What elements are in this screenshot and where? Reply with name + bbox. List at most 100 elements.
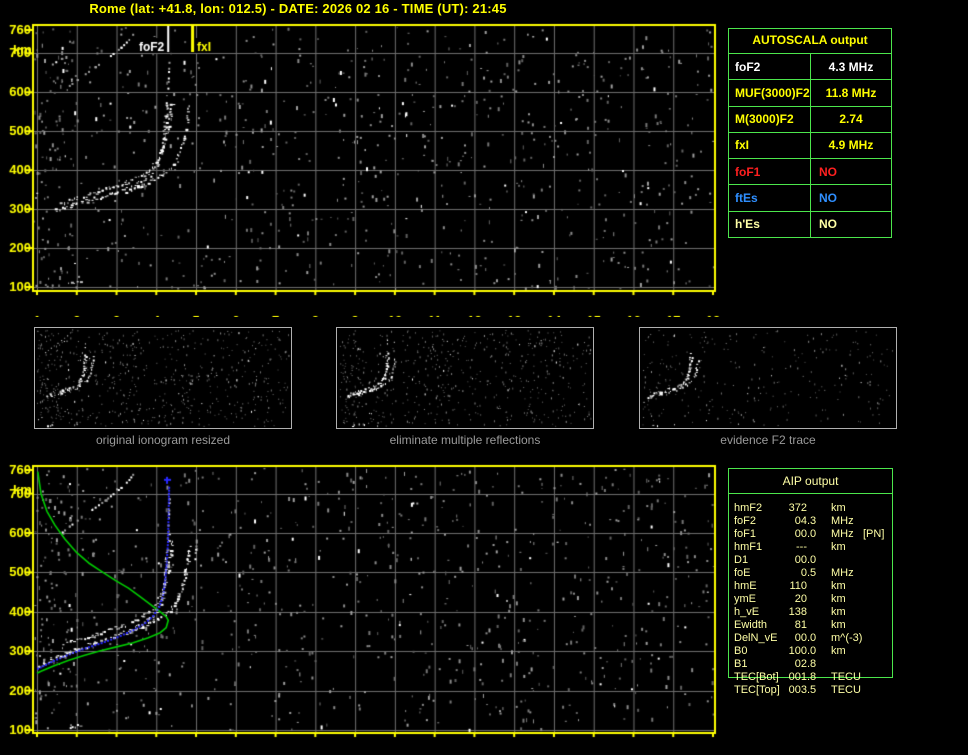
autoscala-row-value: NO	[819, 191, 837, 206]
aip-row: ymE 20 km	[729, 593, 892, 606]
aip-row: hmF1 --- km	[729, 541, 892, 554]
aip-row-value-fraction: .8	[807, 658, 817, 670]
aip-row-label: hmE	[734, 580, 757, 592]
thumbnail-eliminate-reflections	[336, 327, 594, 429]
aip-row-value: 20	[794, 593, 807, 605]
aip-row-value-fraction: .5	[807, 684, 817, 696]
aip-row-value: 81	[794, 619, 807, 631]
aip-row-label: foE	[734, 567, 751, 579]
aip-row-label: ymE	[734, 593, 756, 605]
aip-row-value: 00	[794, 528, 807, 540]
aip-row: D1 00.0	[729, 554, 892, 567]
aip-row-value: 0	[800, 567, 807, 579]
aip-row: foE 0.5 MHz	[729, 567, 892, 580]
aip-row-unit: MHz	[831, 567, 854, 579]
aip-row-value-fraction: .5	[807, 567, 817, 579]
autoscala-row-value: 11.8 MHz	[825, 85, 877, 100]
aip-row: Ewidth 81 km	[729, 619, 892, 632]
autoscala-table-rows: foF2 4.3 MHz MUF(3000)F2 11.8 MHz M(3000)F2 2…	[729, 54, 891, 237]
autoscala-row: fxI 4.9 MHz	[729, 131, 891, 159]
aip-output-table: AIP output hmF2 372 km foF2 04.3 MHz foF1 00.0 M…	[728, 468, 893, 696]
aip-row-unit: km	[831, 645, 846, 657]
aip-row: DelN_vE 00.0 m^(-3)	[729, 632, 892, 645]
aip-row: B0 100.0 km	[729, 645, 892, 658]
autoscala-row: MUF(3000)F2 11.8 MHz	[729, 79, 891, 106]
aip-row-label: h_vE	[734, 606, 760, 618]
aip-row-value: 04	[794, 515, 807, 527]
aip-row: B1 02.8	[729, 658, 892, 671]
aip-row-value: 00	[794, 632, 807, 644]
aip-row-unit: km	[831, 580, 846, 592]
aip-row-label: hmF2	[734, 502, 763, 514]
aip-row-value-fraction: .0	[807, 645, 817, 657]
aip-row: hmE 110 km	[729, 580, 892, 593]
autoscala-row: foF1 NO	[729, 158, 891, 185]
autoscala-output-table: AUTOSCALA output foF2 4.3 MHz MUF(3000)F2 1…	[728, 28, 892, 238]
thumbnail-evidence-f2-trace	[639, 327, 897, 429]
autoscala-row-label: h'Es	[729, 211, 811, 237]
page-title: Rome (lat: +41.8, lon: 012.5) - DATE: 20…	[89, 1, 507, 16]
aip-row-unit: TECU	[831, 684, 861, 696]
aip-row-unit: MHz	[831, 528, 854, 540]
aip-row-value: 110	[789, 580, 807, 592]
aip-row-label: B1	[734, 658, 748, 670]
autoscala-row-label: foF2	[729, 54, 811, 80]
autoscala-row-label: ftEs	[729, 185, 811, 211]
aip-row: h_vE 138 km	[729, 606, 892, 619]
aip-row-unit: MHz	[831, 515, 854, 527]
autoscala-table-header: AUTOSCALA output	[729, 29, 891, 54]
autoscala-row-value: NO	[819, 164, 837, 179]
aip-row-unit: TECU	[831, 671, 861, 683]
autoscala-row: h'Es NO	[729, 210, 891, 237]
aip-row-value-fraction: .3	[807, 515, 817, 527]
aip-row-value: 372	[788, 502, 807, 514]
aip-row-label: D1	[734, 554, 749, 566]
autoscala-row: foF2 4.3 MHz	[729, 54, 891, 80]
autoscala-row-label: foF1	[729, 159, 811, 185]
aip-row-extra: [PN]	[863, 528, 885, 540]
autoscala-row-label: fxI	[729, 132, 811, 159]
aip-table-header: AIP output	[729, 469, 892, 494]
aip-table-rows: hmF2 372 km foF2 04.3 MHz foF1 00.0 MHz [PN] hmF1-…	[729, 502, 892, 697]
aip-row-value-fraction: .8	[807, 671, 817, 683]
aip-row-value: 00	[794, 554, 807, 566]
aip-row-unit: km	[831, 541, 846, 553]
aip-row: TEC[Top] 003.5 TECU	[729, 684, 892, 697]
top-ionogram-plot	[0, 17, 728, 317]
aip-row-label: hmF1	[734, 541, 763, 553]
aip-row-label: foF2	[734, 515, 757, 527]
aip-row-value: 138	[788, 606, 807, 618]
autoscala-application-window: Rome (lat: +41.8, lon: 012.5) - DATE: 20…	[0, 0, 968, 755]
thumbnail-caption-eliminate: eliminate multiple reflections	[389, 433, 541, 447]
autoscala-row: ftEs NO	[729, 184, 891, 211]
autoscala-row: M(3000)F2 2.74	[729, 105, 891, 132]
aip-row-value: 003	[788, 684, 807, 696]
autoscala-row-label: MUF(3000)F2	[729, 80, 811, 106]
aip-row-unit: km	[831, 606, 846, 618]
aip-row-label: B0	[734, 645, 748, 657]
autoscala-row-value: 2.74	[839, 112, 863, 127]
aip-row-value-fraction: .0	[807, 632, 817, 644]
aip-row: foF2 04.3 MHz	[729, 515, 892, 528]
aip-row-unit: km	[831, 619, 846, 631]
autoscala-row-value: 4.3 MHz	[828, 59, 874, 74]
aip-row-value-fraction: .0	[807, 528, 817, 540]
autoscala-row-value: NO	[819, 217, 837, 232]
aip-row-label: foF1	[734, 528, 757, 540]
thumbnail-caption-original: original ionogram resized	[95, 433, 231, 447]
thumbnail-original-ionogram	[34, 327, 292, 429]
aip-row: hmF2 372 km	[729, 502, 892, 515]
aip-row-unit: km	[831, 593, 846, 605]
aip-row-value: 001	[788, 671, 807, 683]
thumbnail-caption-evidence: evidence F2 trace	[720, 433, 816, 447]
aip-row-value: 02	[794, 658, 807, 670]
bottom-ionogram-plot	[0, 452, 728, 755]
autoscala-row-value: 4.9 MHz	[828, 138, 874, 153]
aip-row-value-fraction: .0	[807, 554, 817, 566]
aip-row: TEC[Bot] 001.8 TECU	[729, 671, 892, 684]
aip-row-value: 100	[788, 645, 807, 657]
aip-row: foF1 00.0 MHz [PN]	[729, 528, 892, 541]
autoscala-row-label: M(3000)F2	[729, 106, 811, 132]
aip-row-unit: km	[831, 502, 846, 514]
aip-row-value: ---	[796, 541, 807, 553]
